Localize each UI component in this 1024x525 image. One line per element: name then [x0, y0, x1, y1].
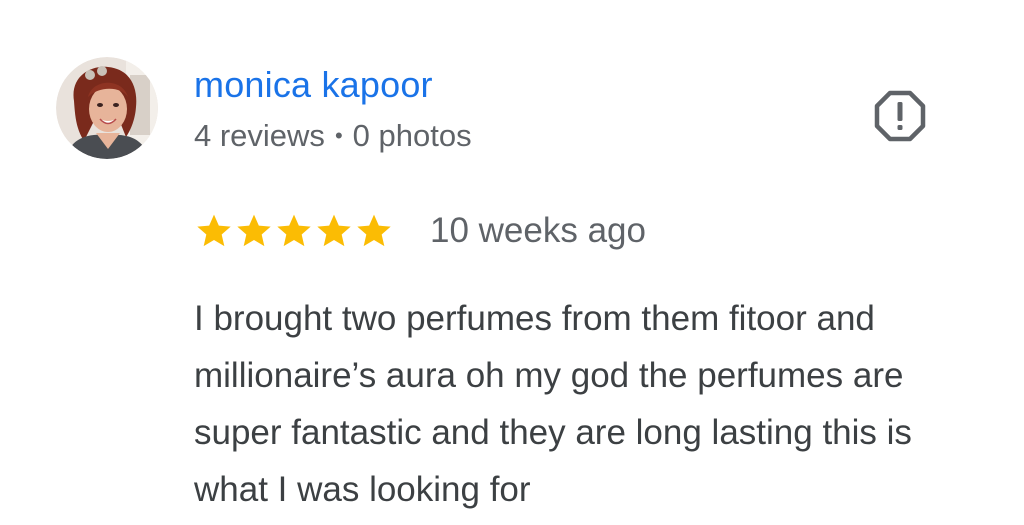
avatar-image [56, 57, 158, 159]
meta-separator: • [334, 123, 343, 148]
rating-row: 10 weeks ago [194, 208, 646, 254]
reviews-count: 4 reviews [194, 118, 325, 153]
reviewer-avatar[interactable] [56, 57, 158, 159]
photos-count: 0 photos [352, 118, 472, 153]
report-review-button[interactable] [872, 88, 928, 144]
star-icon [197, 214, 231, 247]
star-icon [277, 214, 311, 247]
star-icon [237, 214, 271, 247]
review-card: monica kapoor 4 reviews • 0 photos 10 we… [0, 0, 1024, 525]
star-rating [194, 211, 394, 251]
star-icon [357, 214, 391, 247]
reviewer-name[interactable]: monica kapoor [194, 64, 433, 106]
review-time: 10 weeks ago [430, 211, 646, 250]
review-text: I brought two perfumes from them fitoor … [194, 299, 912, 509]
report-flag-icon [874, 90, 926, 142]
star-icon [317, 214, 351, 247]
reviewer-meta: 4 reviews • 0 photos [194, 117, 472, 155]
